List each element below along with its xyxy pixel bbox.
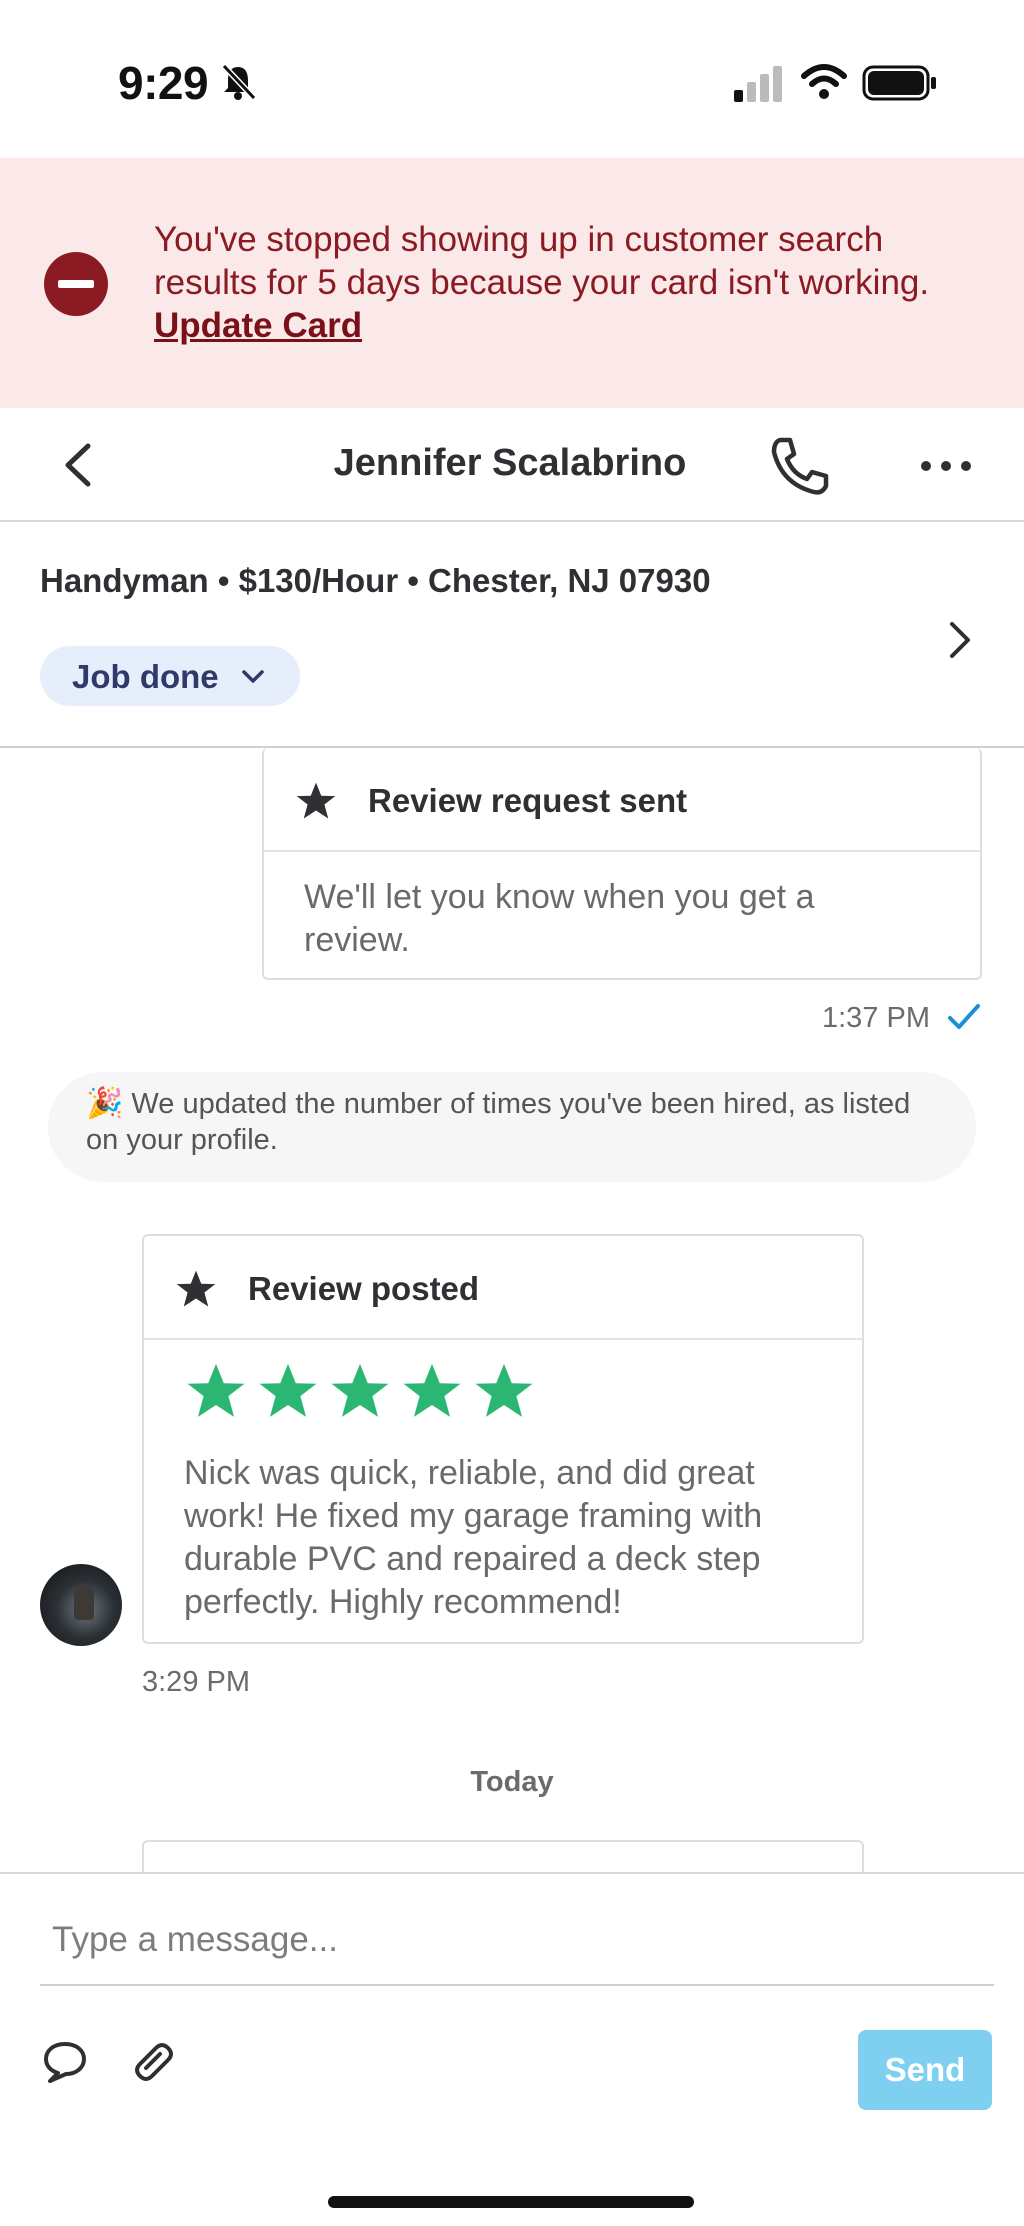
alert-text: You've stopped showing up in customer se… <box>154 220 930 302</box>
conversation-header: Jennifer Scalabrino <box>0 408 1024 522</box>
chevron-down-icon <box>242 670 264 683</box>
message-thread[interactable]: Review request sent We'll let you know w… <box>0 748 1024 1872</box>
system-notice-text: 🎉 We updated the number of times you've … <box>86 1086 946 1158</box>
message-input[interactable] <box>40 1896 994 1986</box>
rating-star-icon <box>259 1363 317 1417</box>
send-button[interactable]: Send <box>858 2030 992 2110</box>
job-status-dropdown[interactable]: Job done <box>40 646 300 706</box>
chevron-right-icon[interactable] <box>944 618 976 662</box>
error-icon <box>44 252 108 316</box>
rating-star-icon <box>187 1363 245 1417</box>
card-failed-alert: You've stopped showing up in customer se… <box>0 158 1024 408</box>
review-posted-card: Review posted Nick was quick, reliable, … <box>142 1234 864 1644</box>
rating-star-icon <box>475 1363 533 1417</box>
job-details: Handyman • $130/Hour • Chester, NJ 07930 <box>40 562 711 599</box>
back-icon[interactable] <box>54 438 102 492</box>
card-title: Review posted <box>248 1270 480 1307</box>
job-status-label: Job done <box>72 658 219 695</box>
message-timestamp: 1:37 PM <box>822 1002 930 1034</box>
day-separator: Today <box>470 1766 554 1798</box>
party-popper-icon: 🎉 <box>86 1087 124 1120</box>
system-notice-message: We updated the number of times you've be… <box>86 1088 911 1156</box>
rating-star-icon <box>331 1363 389 1417</box>
battery-icon <box>862 65 936 101</box>
chat-bubble-icon[interactable] <box>40 2038 90 2086</box>
alert-message: You've stopped showing up in customer se… <box>154 218 974 347</box>
card-title: Review request sent <box>368 782 688 819</box>
paperclip-icon[interactable] <box>126 2034 176 2088</box>
card-header: Review request sent <box>264 748 980 852</box>
next-message-card <box>142 1840 864 1872</box>
review-text: Nick was quick, reliable, and did great … <box>184 1454 763 1621</box>
more-icon[interactable] <box>918 448 974 484</box>
star-rating <box>184 1360 536 1422</box>
status-bar: 9:29 <box>0 0 1024 158</box>
checkmark-icon <box>948 1004 980 1029</box>
review-request-card: Review request sent We'll let you know w… <box>262 748 982 980</box>
star-icon <box>296 782 336 819</box>
signal-icon <box>734 66 782 102</box>
phone-icon[interactable] <box>766 434 832 498</box>
star-icon <box>176 1270 216 1307</box>
avatar[interactable] <box>40 1564 122 1646</box>
contact-name: Jennifer Scalabrino <box>333 442 687 484</box>
update-card-link[interactable]: Update Card <box>154 306 362 345</box>
job-info-panel[interactable]: Handyman • $130/Hour • Chester, NJ 07930… <box>0 522 1024 748</box>
status-time: 9:29 <box>118 57 209 109</box>
bell-off-icon <box>221 63 257 101</box>
card-body: We'll let you know when you get a review… <box>304 878 815 959</box>
system-notice: 🎉 We updated the number of times you've … <box>48 1072 976 1182</box>
message-composer: Send <box>0 1872 1024 2226</box>
wifi-icon <box>801 64 847 99</box>
review-content: Nick was quick, reliable, and did great … <box>144 1340 862 1642</box>
home-indicator <box>328 2196 694 2208</box>
rating-star-icon <box>403 1363 461 1417</box>
card-header: Review posted <box>144 1236 862 1340</box>
message-timestamp: 3:29 PM <box>142 1666 250 1698</box>
